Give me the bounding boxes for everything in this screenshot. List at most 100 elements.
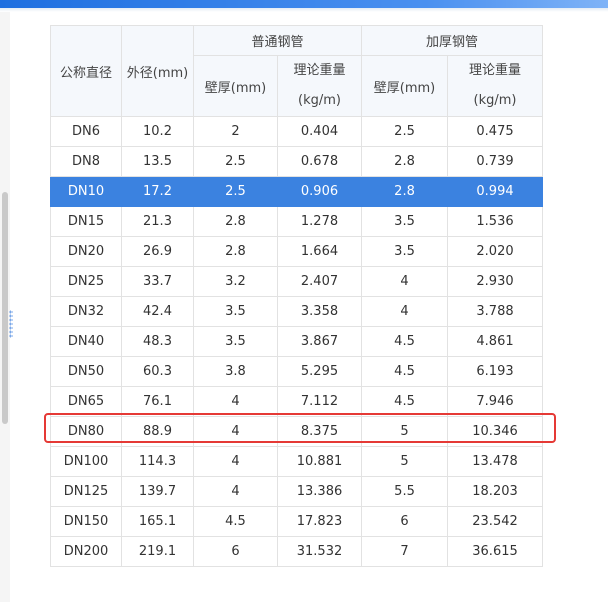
standard-wall-cell: 3.5 — [193, 296, 278, 327]
header-thick-weight: 理论重量 (kg/m) — [447, 55, 544, 117]
table-row[interactable]: DN32 42.4 3.5 3.358 4 3.788 — [50, 296, 544, 327]
standard-weight-cell: 10.881 — [276, 446, 363, 477]
thick-wall-cell: 4 — [361, 296, 449, 327]
standard-wall-cell: 4 — [193, 446, 278, 477]
thick-wall-cell: 5 — [361, 416, 449, 447]
nominal-diameter-cell: DN65 — [50, 386, 122, 417]
table-row[interactable]: DN25 33.7 3.2 2.407 4 2.930 — [50, 266, 544, 297]
thick-wall-cell: 4.5 — [361, 326, 449, 357]
outer-diameter-cell: 26.9 — [121, 236, 194, 267]
nominal-diameter-cell: DN10 — [50, 176, 122, 207]
standard-weight-cell: 2.407 — [276, 266, 363, 297]
thick-weight-cell: 18.203 — [447, 476, 544, 507]
outer-diameter-cell: 10.2 — [121, 116, 194, 147]
thick-weight-cell: 13.478 — [447, 446, 544, 477]
thick-wall-cell: 4.5 — [361, 386, 449, 417]
header-standard-weight: 理论重量 (kg/m) — [276, 55, 363, 117]
outer-diameter-cell: 60.3 — [121, 356, 194, 387]
vertical-scrollbar[interactable] — [0, 12, 10, 602]
thick-wall-cell: 5 — [361, 446, 449, 477]
table-row[interactable]: DN10 17.2 2.5 0.906 2.8 0.994 — [50, 176, 544, 207]
nominal-diameter-cell: DN40 — [50, 326, 122, 357]
header-standard-wall: 壁厚(mm) — [193, 55, 278, 117]
standard-weight-cell: 3.867 — [276, 326, 363, 357]
table-row[interactable]: DN65 76.1 4 7.112 4.5 7.946 — [50, 386, 544, 417]
standard-wall-cell: 4 — [193, 476, 278, 507]
nominal-diameter-cell: DN100 — [50, 446, 122, 477]
nominal-diameter-cell: DN50 — [50, 356, 122, 387]
header-thick-weight-line2: (kg/m) — [473, 93, 517, 108]
thick-wall-cell: 6 — [361, 506, 449, 537]
steel-pipe-table: 公称直径 外径(mm) 普通钢管 加厚钢管 壁厚(mm) 理论重量 (kg/m)… — [50, 25, 544, 567]
thick-weight-cell: 0.994 — [447, 176, 544, 207]
outer-diameter-cell: 219.1 — [121, 536, 194, 567]
thick-weight-cell: 2.020 — [447, 236, 544, 267]
table-row[interactable]: DN100 114.3 4 10.881 5 13.478 — [50, 446, 544, 477]
outer-diameter-cell: 17.2 — [121, 176, 194, 207]
table-row[interactable]: DN8 13.5 2.5 0.678 2.8 0.739 — [50, 146, 544, 177]
table-row[interactable]: DN15 21.3 2.8 1.278 3.5 1.536 — [50, 206, 544, 237]
thick-wall-cell: 4 — [361, 266, 449, 297]
table-body: DN6 10.2 2 0.404 2.5 0.475 DN8 13.5 2.5 0.678 2.8 0… — [50, 116, 544, 567]
thick-wall-cell: 4.5 — [361, 356, 449, 387]
scrollbar-thumb[interactable] — [2, 192, 8, 424]
nominal-diameter-cell: DN8 — [50, 146, 122, 177]
outer-diameter-cell: 139.7 — [121, 476, 194, 507]
table-row[interactable]: DN40 48.3 3.5 3.867 4.5 4.861 — [50, 326, 544, 357]
standard-weight-cell: 0.404 — [276, 116, 363, 147]
table-row[interactable]: DN50 60.3 3.8 5.295 4.5 6.193 — [50, 356, 544, 387]
outer-diameter-cell: 13.5 — [121, 146, 194, 177]
standard-weight-cell: 8.375 — [276, 416, 363, 447]
standard-wall-cell: 3.5 — [193, 326, 278, 357]
standard-wall-cell: 4 — [193, 386, 278, 417]
standard-wall-cell: 2.5 — [193, 146, 278, 177]
table-row[interactable]: DN80 88.9 4 8.375 5 10.346 — [50, 416, 544, 447]
header-standard-weight-line1: 理论重量 — [293, 63, 346, 78]
thick-weight-cell: 36.615 — [447, 536, 544, 567]
standard-weight-cell: 1.278 — [276, 206, 363, 237]
header-thick-weight-line1: 理论重量 — [469, 63, 522, 78]
table-row[interactable]: DN20 26.9 2.8 1.664 3.5 2.020 — [50, 236, 544, 267]
table-row[interactable]: DN150 165.1 4.5 17.823 6 23.542 — [50, 506, 544, 537]
thick-wall-cell: 2.8 — [361, 146, 449, 177]
nominal-diameter-cell: DN20 — [50, 236, 122, 267]
thick-wall-cell: 3.5 — [361, 236, 449, 267]
standard-weight-cell: 5.295 — [276, 356, 363, 387]
thick-weight-cell: 0.475 — [447, 116, 544, 147]
standard-weight-cell: 7.112 — [276, 386, 363, 417]
table-row[interactable]: DN125 139.7 4 13.386 5.5 18.203 — [50, 476, 544, 507]
standard-weight-cell: 13.386 — [276, 476, 363, 507]
table-header: 公称直径 外径(mm) 普通钢管 加厚钢管 壁厚(mm) 理论重量 (kg/m)… — [50, 25, 544, 117]
table-row[interactable]: DN200 219.1 6 31.532 7 36.615 — [50, 536, 544, 567]
thick-wall-cell: 2.5 — [361, 116, 449, 147]
thick-weight-cell: 1.536 — [447, 206, 544, 237]
nominal-diameter-cell: DN32 — [50, 296, 122, 327]
thick-wall-cell: 3.5 — [361, 206, 449, 237]
outer-diameter-cell: 21.3 — [121, 206, 194, 237]
thick-weight-cell: 3.788 — [447, 296, 544, 327]
drag-handle-icon[interactable] — [9, 310, 13, 338]
standard-wall-cell: 2.8 — [193, 236, 278, 267]
header-nominal-diameter: 公称直径 — [50, 25, 122, 117]
outer-diameter-cell: 48.3 — [121, 326, 194, 357]
header-standard-pipe: 普通钢管 — [192, 25, 363, 56]
outer-diameter-cell: 33.7 — [121, 266, 194, 297]
nominal-diameter-cell: DN150 — [50, 506, 122, 537]
standard-wall-cell: 2 — [193, 116, 278, 147]
top-bar-shadow — [0, 8, 608, 12]
thick-weight-cell: 23.542 — [447, 506, 544, 537]
outer-diameter-cell: 76.1 — [121, 386, 194, 417]
standard-weight-cell: 31.532 — [276, 536, 363, 567]
standard-wall-cell: 3.2 — [193, 266, 278, 297]
thick-weight-cell: 2.930 — [447, 266, 544, 297]
standard-wall-cell: 2.8 — [193, 206, 278, 237]
header-thick-pipe: 加厚钢管 — [361, 25, 544, 56]
nominal-diameter-cell: DN15 — [50, 206, 122, 237]
window-top-bar — [0, 0, 608, 8]
standard-wall-cell: 6 — [193, 536, 278, 567]
table-row[interactable]: DN6 10.2 2 0.404 2.5 0.475 — [50, 116, 544, 147]
standard-weight-cell: 3.358 — [276, 296, 363, 327]
standard-weight-cell: 0.906 — [276, 176, 363, 207]
standard-wall-cell: 4 — [193, 416, 278, 447]
thick-wall-cell: 7 — [361, 536, 449, 567]
